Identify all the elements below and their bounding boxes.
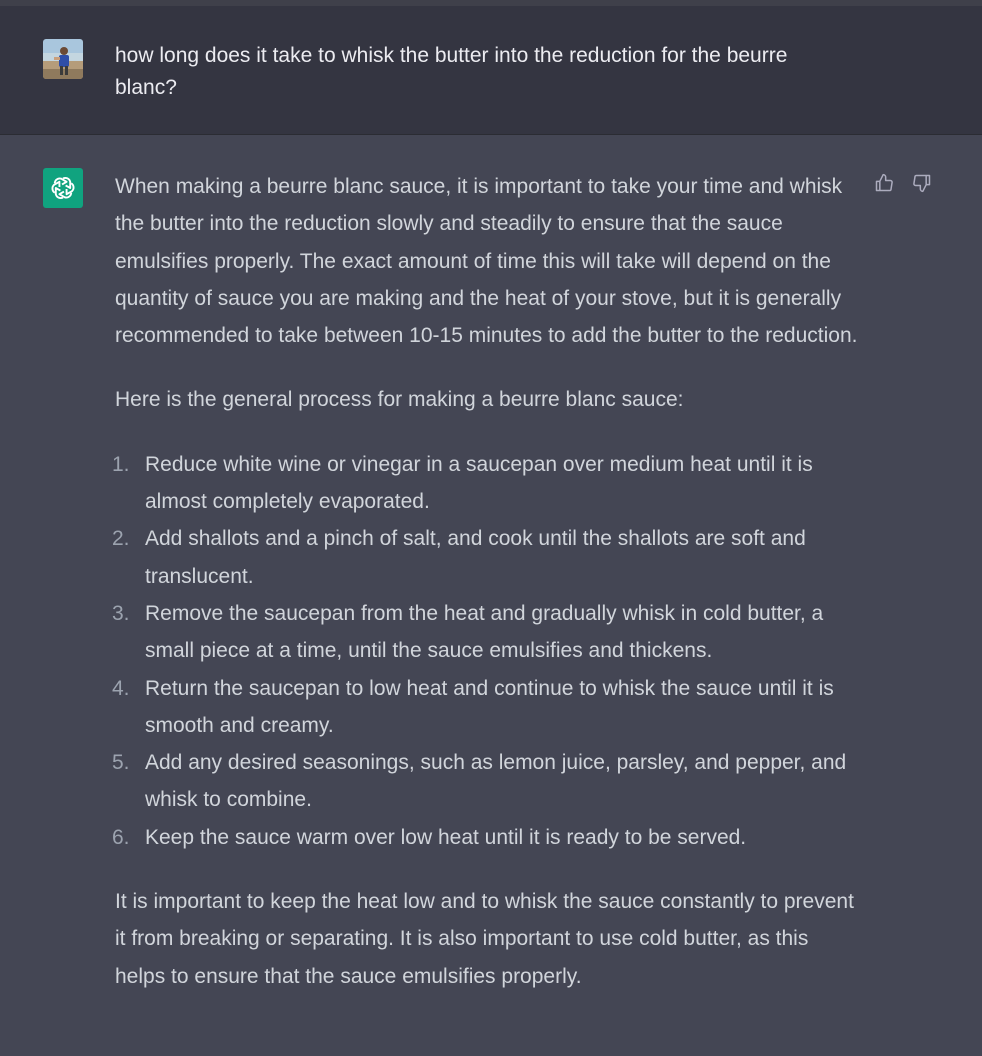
process-steps-list: 1. Reduce white wine or vinegar in a sauc… — [112, 446, 863, 856]
thumbs-down-icon — [913, 174, 931, 193]
feedback-buttons — [872, 171, 934, 195]
assistant-intro-paragraph: When making a beurre blanc sauce, it is … — [115, 175, 858, 348]
thumbs-up-button[interactable] — [872, 171, 896, 195]
user-avatar — [43, 39, 83, 79]
list-item-number: 4. — [112, 676, 130, 700]
user-message-row: how long does it take to whisk the butte… — [0, 6, 982, 135]
list-item-text: Reduce white wine or vinegar in a saucep… — [145, 452, 813, 514]
list-item: 1. Reduce white wine or vinegar in a sauc… — [112, 446, 863, 521]
list-item-text: Remove the saucepan from the heat and gr… — [145, 601, 824, 663]
list-item-text: Return the saucepan to low heat and cont… — [145, 676, 834, 737]
list-item-text: Add any desired seasonings, such as lemo… — [145, 751, 847, 812]
list-item-text: Keep the sauce warm over low heat until … — [145, 825, 747, 849]
list-item-text: Add shallots and a pinch of salt, and co… — [145, 527, 806, 588]
list-item-number: 1. — [112, 452, 130, 476]
list-item: 4. Return the saucepan to low heat and co… — [112, 670, 863, 745]
list-item: 3. Remove the saucepan from the heat and … — [112, 595, 863, 670]
thumbs-down-button[interactable] — [910, 171, 934, 195]
list-item-number: 5. — [112, 751, 130, 775]
user-avatar-photo-icon — [43, 39, 83, 79]
list-item-number: 3. — [112, 601, 130, 625]
assistant-message-row: When making a beurre blanc sauce, it is … — [0, 135, 982, 1056]
list-item: 6. Keep the sauce warm over low heat unti… — [112, 819, 863, 856]
openai-logo-icon — [51, 177, 75, 199]
list-item-number: 6. — [112, 825, 130, 849]
list-item: 2. Add shallots and a pinch of salt, and … — [112, 520, 863, 595]
user-message-text: how long does it take to whisk the butte… — [115, 44, 788, 99]
thumbs-up-icon — [875, 173, 893, 192]
assistant-message-body: When making a beurre blanc sauce, it is … — [112, 168, 863, 995]
process-heading: Here is the general process for making a… — [115, 388, 684, 412]
chat-page: how long does it take to whisk the butte… — [0, 0, 982, 1056]
assistant-avatar — [43, 168, 83, 208]
list-item-number: 2. — [112, 527, 130, 551]
list-item: 5. Add any desired seasonings, such as le… — [112, 744, 863, 819]
assistant-conclusion-paragraph: It is important to keep the heat low and… — [115, 890, 854, 988]
